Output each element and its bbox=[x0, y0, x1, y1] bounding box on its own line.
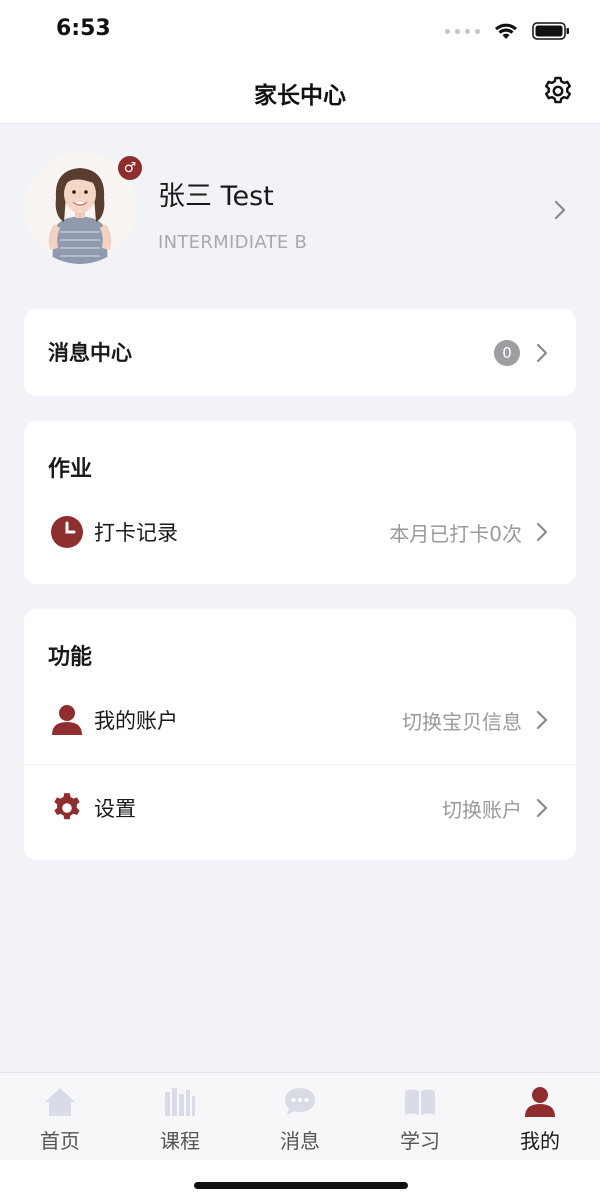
signal-icon bbox=[445, 28, 480, 34]
status-icons bbox=[445, 18, 570, 44]
settings-label: 设置 bbox=[94, 797, 136, 821]
tab-label: 消息 bbox=[280, 1129, 320, 1153]
status-time: 6:53 bbox=[56, 16, 111, 41]
divider bbox=[24, 764, 576, 765]
settings-value: 切换账户 bbox=[442, 797, 522, 822]
open-book-icon bbox=[403, 1085, 437, 1119]
tab-label: 课程 bbox=[160, 1129, 200, 1153]
user-icon bbox=[523, 1085, 557, 1119]
page-title: 家长中心 bbox=[254, 83, 346, 109]
chat-bubble-icon bbox=[283, 1085, 317, 1119]
wifi-icon bbox=[495, 23, 517, 39]
chevron-right-icon bbox=[554, 200, 566, 220]
message-center-card[interactable]: 消息中心 0 bbox=[24, 309, 576, 396]
tab-mine[interactable]: 我的 bbox=[480, 1073, 600, 1160]
chevron-right-icon bbox=[536, 522, 548, 542]
tab-label: 首页 bbox=[40, 1129, 80, 1153]
profile-level: INTERMIDIATE B bbox=[158, 232, 308, 253]
tab-courses[interactable]: 课程 bbox=[120, 1073, 240, 1160]
my-account-label: 我的账户 bbox=[94, 709, 178, 733]
profile-name: 张三 Test bbox=[158, 181, 274, 212]
books-icon bbox=[163, 1085, 197, 1119]
settings-row[interactable]: 设置 切换账户 bbox=[24, 778, 576, 838]
user-icon bbox=[50, 703, 84, 737]
functions-title: 功能 bbox=[48, 645, 93, 670]
nav-bar: 家长中心 bbox=[0, 60, 600, 124]
homework-title: 作业 bbox=[48, 457, 93, 482]
checkin-record-value: 本月已打卡0次 bbox=[389, 521, 522, 546]
home-indicator-area bbox=[0, 1160, 600, 1200]
tab-label: 学习 bbox=[400, 1129, 440, 1153]
tab-label: 我的 bbox=[520, 1129, 560, 1153]
checkin-record-row[interactable]: 打卡记录 本月已打卡0次 bbox=[24, 502, 576, 562]
chevron-right-icon bbox=[536, 798, 548, 818]
gender-badge: ♂ bbox=[118, 156, 142, 180]
clock-icon bbox=[50, 515, 84, 549]
tab-home[interactable]: 首页 bbox=[0, 1073, 120, 1160]
status-bar: 6:53 bbox=[0, 0, 600, 60]
chevron-right-icon bbox=[536, 710, 548, 730]
functions-card: 功能 我的账户 切换宝贝信息 设置 切换账户 bbox=[24, 609, 576, 860]
chevron-right-icon bbox=[536, 343, 548, 363]
my-account-row[interactable]: 我的账户 切换宝贝信息 bbox=[24, 690, 576, 750]
settings-gear-icon bbox=[50, 791, 84, 825]
message-count-badge: 0 bbox=[494, 340, 520, 366]
home-indicator[interactable] bbox=[194, 1182, 408, 1189]
profile-header[interactable]: ♂ 张三 Test INTERMIDIATE B bbox=[0, 124, 600, 294]
gear-icon bbox=[545, 76, 571, 104]
tab-study[interactable]: 学习 bbox=[360, 1073, 480, 1160]
tab-messages[interactable]: 消息 bbox=[240, 1073, 360, 1160]
checkin-record-label: 打卡记录 bbox=[94, 521, 178, 545]
battery-icon bbox=[532, 22, 569, 40]
settings-gear-button[interactable] bbox=[540, 73, 576, 109]
my-account-value: 切换宝贝信息 bbox=[402, 709, 522, 734]
tab-bar: 首页 课程 消息 学习 我的 bbox=[0, 1072, 600, 1160]
message-center-label: 消息中心 bbox=[48, 341, 132, 365]
homework-card: 作业 打卡记录 本月已打卡0次 bbox=[24, 421, 576, 584]
home-icon bbox=[43, 1085, 77, 1119]
